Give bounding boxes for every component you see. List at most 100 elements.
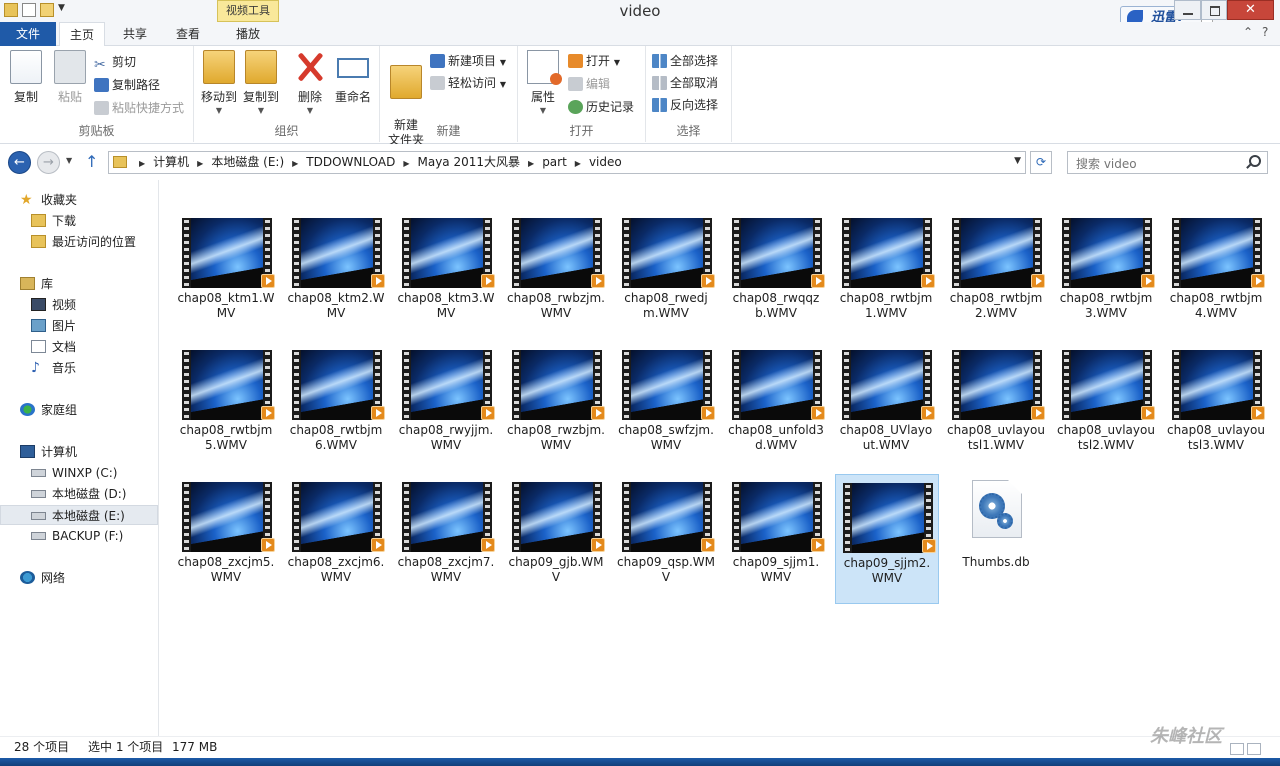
file-item[interactable]: chap08_rwtbjm6.WMV xyxy=(285,342,389,472)
file-item[interactable]: chap08_uvlayoutsl3.WMV xyxy=(1165,342,1269,472)
breadcrumb-separator-icon[interactable]: ▶ xyxy=(197,159,203,168)
tab-file[interactable]: 文件 xyxy=(0,22,56,46)
maximize-button[interactable] xyxy=(1201,0,1227,20)
file-item[interactable]: chap09_gjb.WMV xyxy=(505,474,609,604)
file-item[interactable]: chap08_ktm2.WMV xyxy=(285,210,389,340)
delete-button[interactable]: 删除 ▼ xyxy=(292,50,328,115)
easy-access-button[interactable]: 轻松访问 ▼ xyxy=(430,73,506,93)
nav-computer[interactable]: 计算机 xyxy=(0,442,158,462)
new-item-button[interactable]: 新建项目 ▼ xyxy=(430,51,506,71)
file-item[interactable]: chap08_rwtbjm3.WMV xyxy=(1055,210,1159,340)
breadcrumb-item[interactable]: 计算机 xyxy=(153,155,189,169)
file-item[interactable]: chap08_zxcjm6.WMV xyxy=(285,474,389,604)
search-box[interactable] xyxy=(1067,151,1268,174)
nav-drive-d[interactable]: 本地磁盘 (D:) xyxy=(0,484,158,504)
paste-button[interactable]: 粘贴 xyxy=(50,50,90,105)
invert-selection-button[interactable]: 反向选择 xyxy=(652,95,718,115)
history-button[interactable]: 历史记录 xyxy=(568,97,634,117)
refresh-button[interactable]: ⟳ xyxy=(1030,151,1052,174)
nav-pictures[interactable]: 图片 xyxy=(0,316,158,336)
details-view-icon[interactable] xyxy=(1230,743,1244,755)
minimize-button[interactable] xyxy=(1174,0,1201,20)
forward-button[interactable]: → xyxy=(37,151,60,174)
nav-drive-f[interactable]: BACKUP (F:) xyxy=(0,526,158,546)
file-item[interactable]: chap08_rwtbjm1.WMV xyxy=(835,210,939,340)
edit-button[interactable]: 编辑 xyxy=(568,74,610,94)
file-item[interactable]: chap08_ktm3.WMV xyxy=(395,210,499,340)
file-item[interactable]: chap08_uvlayoutsl1.WMV xyxy=(945,342,1049,472)
file-item[interactable]: chap09_sjjm1.WMV xyxy=(725,474,829,604)
file-item[interactable]: chap08_rwbzjm.WMV xyxy=(505,210,609,340)
breadcrumb-item[interactable]: Maya 2011大风暴 xyxy=(418,155,521,169)
nav-favorites[interactable]: ★ 收藏夹 xyxy=(0,190,158,210)
open-button[interactable]: 打开 ▼ xyxy=(568,51,620,71)
up-arrow-icon[interactable]: ↑ xyxy=(85,152,98,171)
nav-drive-c[interactable]: WINXP (C:) xyxy=(0,463,158,483)
breadcrumb-separator-icon[interactable]: ▶ xyxy=(575,159,581,168)
rename-button[interactable]: 重命名 xyxy=(332,50,374,105)
copy-path-button[interactable]: 复制路径 xyxy=(94,75,160,95)
nav-network[interactable]: 网络 xyxy=(0,568,158,588)
tab-play[interactable]: 播放 xyxy=(220,22,276,46)
breadcrumb-separator-icon[interactable]: ▶ xyxy=(403,159,409,168)
file-item[interactable]: chap08_swfzjm.WMV xyxy=(615,342,719,472)
tab-view[interactable]: 查看 xyxy=(165,22,211,46)
file-item[interactable]: chap09_qsp.WMV xyxy=(615,474,719,604)
file-item[interactable]: chap08_zxcjm7.WMV xyxy=(395,474,499,604)
breadcrumb-separator-icon[interactable]: ▶ xyxy=(139,159,145,168)
cut-button[interactable]: ✂ 剪切 xyxy=(94,52,136,73)
play-icon xyxy=(371,538,385,552)
nav-music[interactable]: ♪ 音乐 xyxy=(0,358,158,378)
search-input[interactable] xyxy=(1074,154,1248,173)
close-button[interactable]: ✕ xyxy=(1227,0,1274,20)
nav-libraries[interactable]: 库 xyxy=(0,274,158,294)
address-bar[interactable]: ▶ 计算机 ▶ 本地磁盘 (E:) ▶ TDDOWNLOAD ▶ Maya 2011大风暴 ▶ p… xyxy=(108,151,1026,174)
file-item[interactable]: chap09_sjjm2.WMV xyxy=(835,474,939,604)
breadcrumb-separator-icon[interactable]: ▶ xyxy=(292,159,298,168)
copy-button[interactable]: 复制 xyxy=(6,50,46,105)
paste-shortcut-button[interactable]: 粘贴快捷方式 xyxy=(94,98,184,118)
select-all-button[interactable]: 全部选择 xyxy=(652,51,718,71)
file-item[interactable]: chap08_UVlayout.WMV xyxy=(835,342,939,472)
file-item[interactable]: chap08_rwedjm.WMV xyxy=(615,210,719,340)
file-item[interactable]: chap08_uvlayoutsl2.WMV xyxy=(1055,342,1159,472)
nav-downloads[interactable]: 下载 xyxy=(0,211,158,231)
nav-documents[interactable]: 文档 xyxy=(0,337,158,357)
tab-home[interactable]: 主页 xyxy=(59,22,105,47)
file-item[interactable]: chap08_rwtbjm5.WMV xyxy=(175,342,279,472)
file-item[interactable]: chap08_rwqqzb.WMV xyxy=(725,210,829,340)
search-icon[interactable] xyxy=(1249,155,1261,167)
chevron-up-icon[interactable]: ⌃ xyxy=(1243,25,1253,39)
copy-to-button[interactable]: 复制到 ▼ xyxy=(242,50,280,115)
large-icons-view-icon[interactable] xyxy=(1247,743,1261,755)
file-item[interactable]: chap08_rwtbjm2.WMV xyxy=(945,210,1049,340)
file-item[interactable]: chap08_unfold3d.WMV xyxy=(725,342,829,472)
breadcrumb-item[interactable]: part xyxy=(542,155,567,169)
nav-drive-e[interactable]: 本地磁盘 (E:) xyxy=(0,505,158,525)
nav-recent[interactable]: 最近访问的位置 xyxy=(0,232,158,252)
chevron-down-icon[interactable]: ▼ xyxy=(58,3,72,17)
chevron-down-icon[interactable]: ▼ xyxy=(1014,156,1021,166)
file-item[interactable]: chap08_zxcjm5.WMV xyxy=(175,474,279,604)
properties-icon[interactable] xyxy=(22,3,36,17)
tab-share[interactable]: 共享 xyxy=(112,22,158,46)
breadcrumb-item[interactable]: TDDOWNLOAD xyxy=(306,155,395,169)
new-folder-icon[interactable] xyxy=(40,3,54,17)
properties-button[interactable]: 属性 ▼ xyxy=(526,50,562,115)
breadcrumb-item[interactable]: video xyxy=(589,155,622,169)
recent-locations-chevron-icon[interactable]: ▼ xyxy=(66,156,72,165)
file-item[interactable]: chap08_rwtbjm4.WMV xyxy=(1165,210,1269,340)
breadcrumb-separator-icon[interactable]: ▶ xyxy=(528,159,534,168)
file-item[interactable]: chap08_rwyjjm.WMV xyxy=(395,342,499,472)
file-item[interactable]: chap08_ktm1.WMV xyxy=(175,210,279,340)
back-button[interactable]: ← xyxy=(8,151,31,174)
nav-homegroup[interactable]: 家庭组 xyxy=(0,400,158,420)
select-none-button[interactable]: 全部取消 xyxy=(652,73,718,93)
move-to-button[interactable]: 移动到 ▼ xyxy=(200,50,238,115)
file-item[interactable]: chap08_rwzbjm.WMV xyxy=(505,342,609,472)
help-icon[interactable]: ? xyxy=(1262,25,1268,39)
nav-videos[interactable]: 视频 xyxy=(0,295,158,315)
file-item-thumbs-db[interactable]: Thumbs.db xyxy=(945,474,1049,604)
folder-icon[interactable] xyxy=(4,3,18,17)
breadcrumb-item[interactable]: 本地磁盘 (E:) xyxy=(211,155,284,169)
